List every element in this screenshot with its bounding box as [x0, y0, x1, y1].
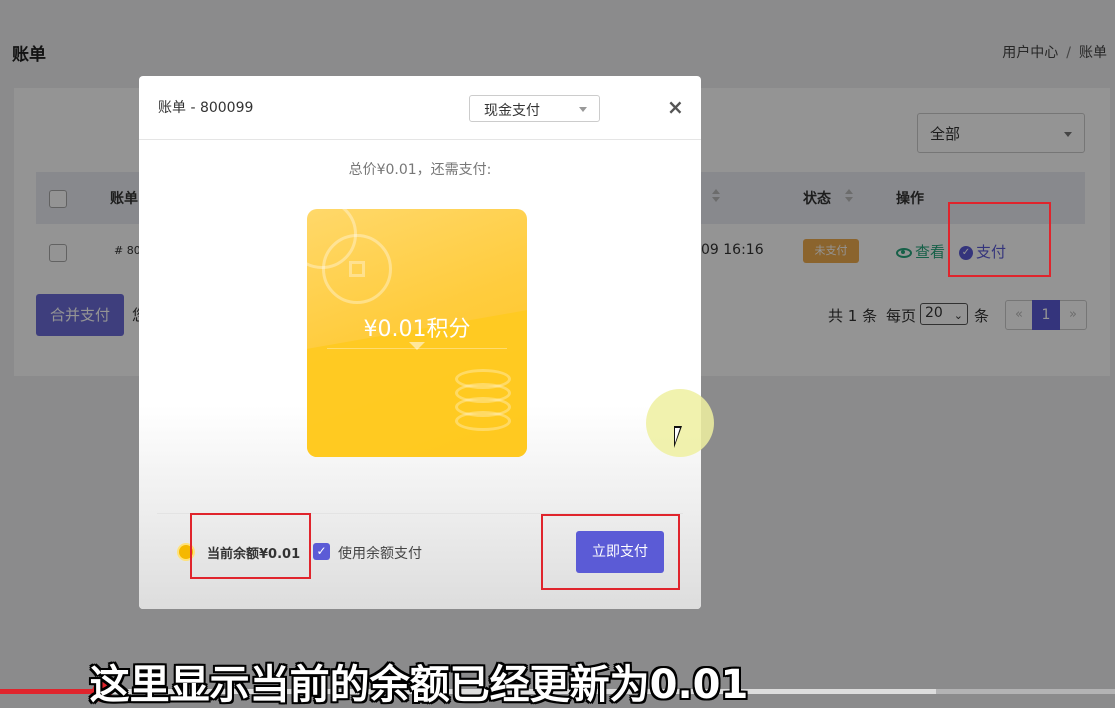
- card-notch-decoration: [403, 342, 431, 356]
- modal-header: 账单 - 800099 现金支付 ×: [139, 76, 701, 140]
- video-subtitle: 这里显示当前的余额已经更新为0.01: [89, 662, 749, 708]
- annotation-box-pay-now: [541, 514, 680, 590]
- coin-hole-decoration: [349, 261, 365, 277]
- price-line: 总价¥0.01，还需支付:: [348, 162, 492, 178]
- use-balance-checkbox[interactable]: ✓: [313, 543, 330, 560]
- annotation-box-balance: [190, 513, 311, 579]
- close-icon[interactable]: ×: [667, 95, 684, 119]
- coin-stack-icon: [455, 369, 515, 439]
- points-card: ¥0.01积分: [307, 209, 527, 457]
- payment-method-value: 现金支付: [484, 103, 540, 119]
- modal-title: 账单 - 800099: [158, 100, 254, 116]
- card-amount: ¥0.01积分: [363, 317, 471, 342]
- payment-method-select[interactable]: 现金支付: [469, 95, 600, 122]
- use-balance-label[interactable]: 使用余额支付: [338, 543, 422, 563]
- annotation-box-pay: [948, 202, 1051, 277]
- mouse-cursor-icon: [674, 426, 682, 448]
- chevron-down-icon: [579, 107, 587, 112]
